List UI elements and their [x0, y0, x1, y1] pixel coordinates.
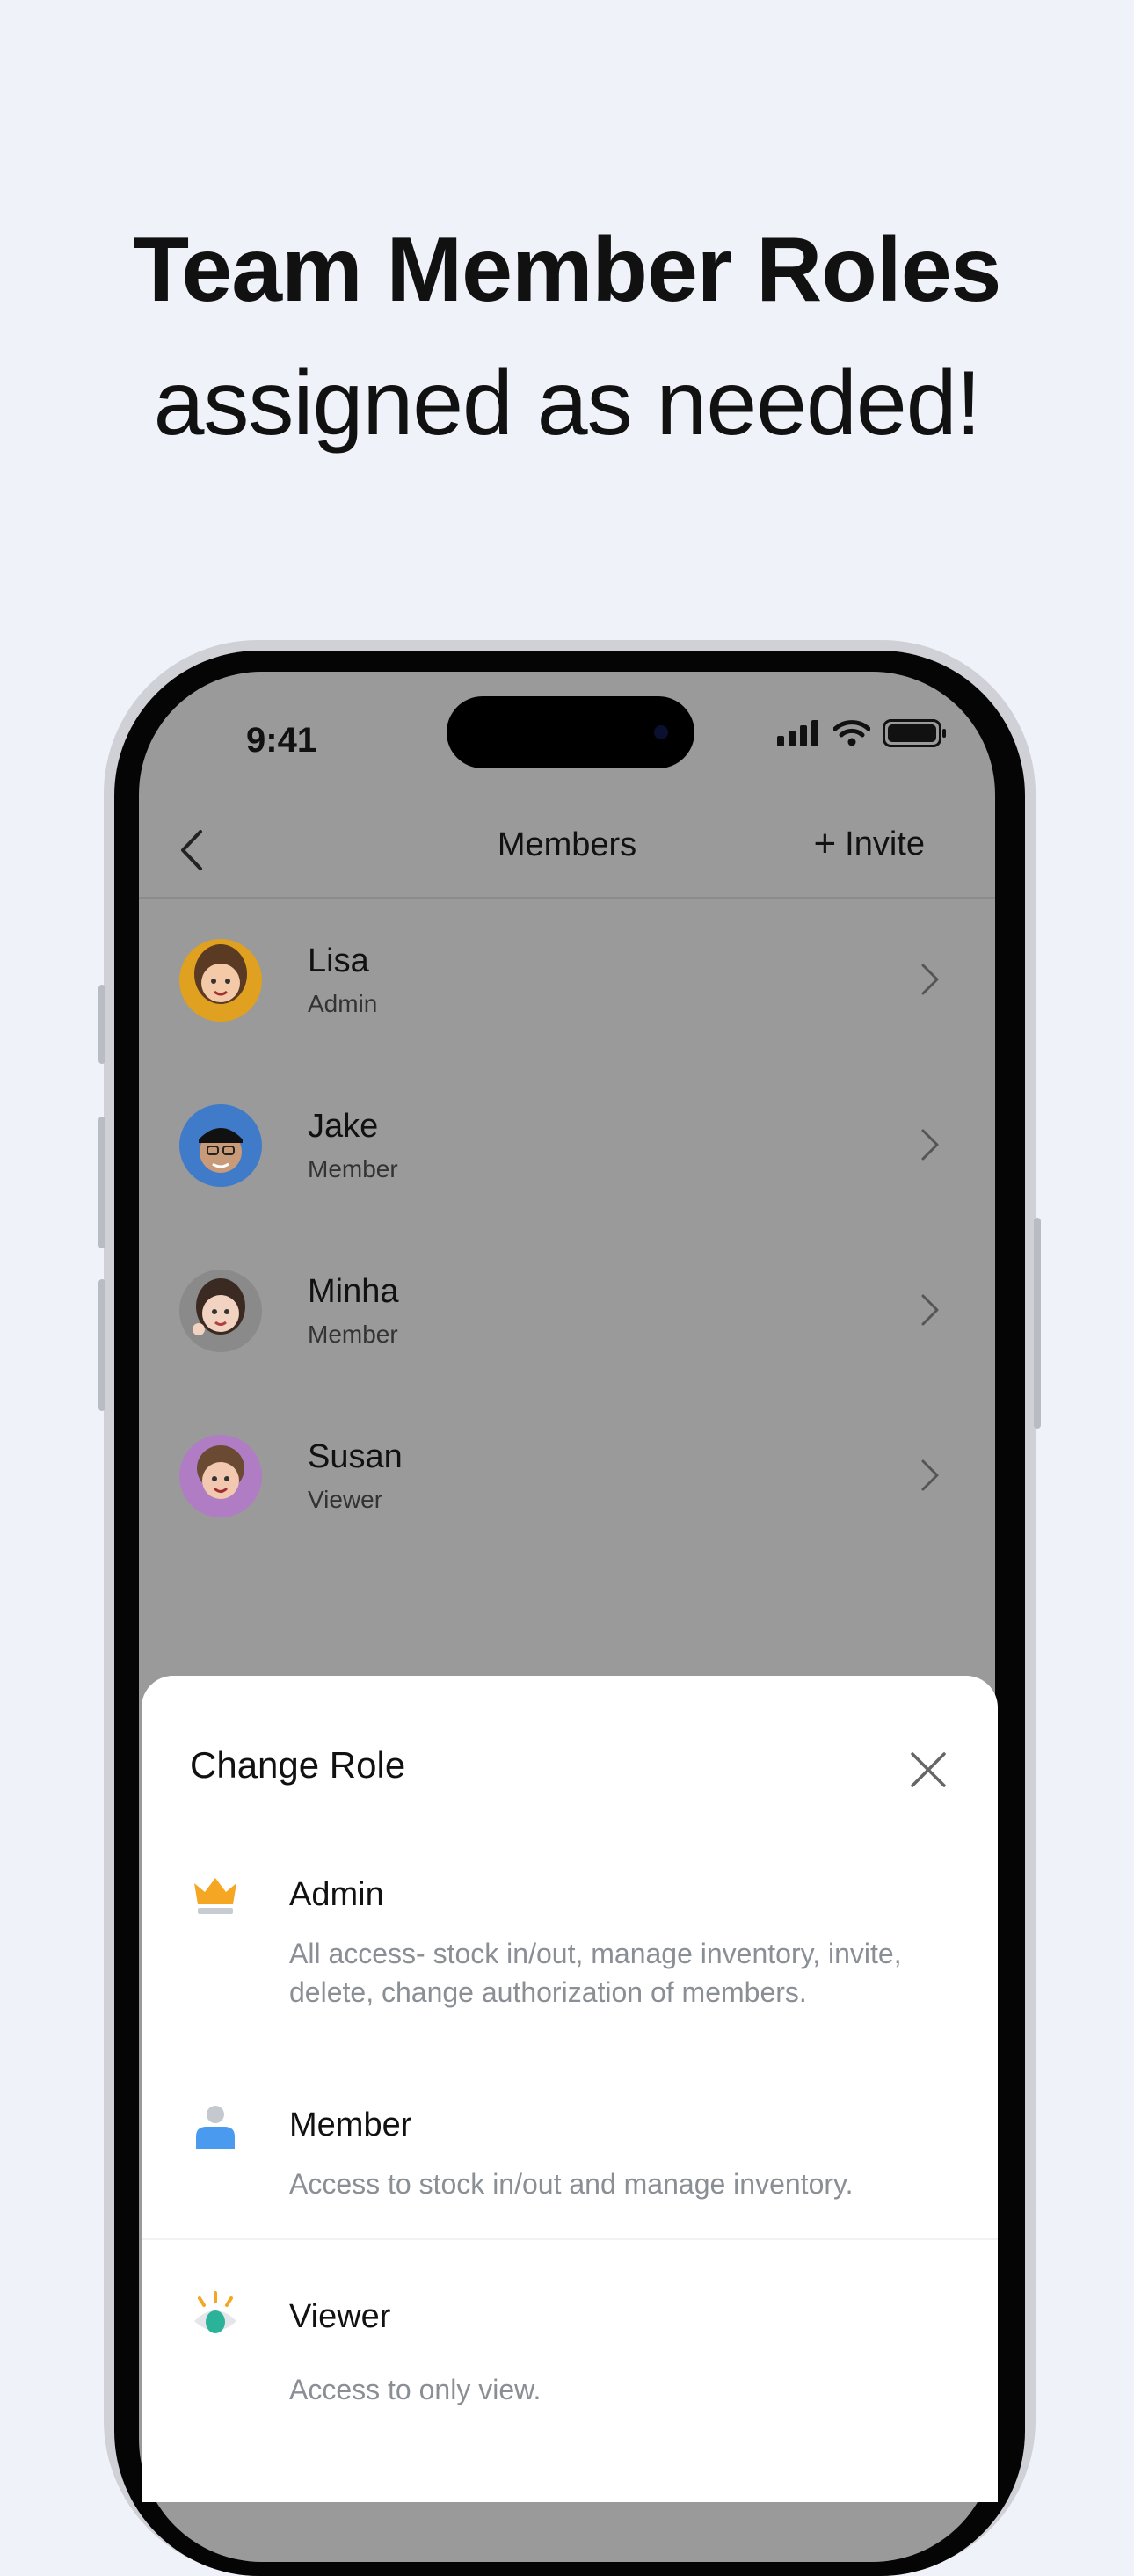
change-role-sheet: Change Role Admin All access- stock in/o… [142, 1676, 998, 2502]
avatar [179, 1270, 262, 1352]
dynamic-island [447, 696, 694, 768]
status-time: 9:41 [246, 721, 317, 760]
side-button-silent [98, 985, 105, 1064]
battery-icon [883, 719, 946, 747]
member-name: Susan [308, 1438, 403, 1475]
member-name: Minha [308, 1273, 399, 1310]
avatar [179, 939, 262, 1022]
sheet-title: Change Role [190, 1744, 406, 1786]
eye-icon [194, 2291, 236, 2333]
role-name: Member [289, 2107, 412, 2143]
member-row[interactable]: Jake Member [139, 1071, 995, 1236]
invite-label: Invite [845, 825, 925, 862]
role-description: Access to only view. [289, 2374, 542, 2405]
crown-icon [194, 1878, 236, 1914]
person-icon [196, 2106, 235, 2149]
member-name: Lisa [308, 942, 369, 979]
role-description: Access to stock in/out and manage invent… [289, 2168, 854, 2200]
chevron-right-icon [921, 1294, 939, 1326]
side-button-volume-down [98, 1279, 105, 1411]
invite-button[interactable]: + Invite [813, 825, 925, 863]
avatar [179, 1435, 262, 1517]
side-button-power [1034, 1218, 1041, 1429]
chevron-right-icon [921, 964, 939, 995]
member-row[interactable]: Minha Member [139, 1236, 995, 1401]
member-row[interactable]: Lisa Admin [139, 906, 995, 1071]
member-row[interactable]: Susan Viewer [139, 1401, 995, 1567]
member-role: Member [308, 1155, 398, 1182]
member-role: Member [308, 1321, 398, 1348]
headline-light: assigned as needed! [153, 353, 982, 455]
chevron-right-icon [921, 1459, 939, 1491]
role-description: All access- stock in/out, manage invento… [289, 1938, 902, 2008]
headline-bold: Team Member Roles [133, 219, 1002, 321]
close-icon[interactable] [908, 1750, 949, 1790]
nav-bar: Members + Invite [139, 802, 995, 899]
wifi-icon [833, 720, 870, 746]
role-separator [142, 2238, 998, 2240]
member-role: Viewer [308, 1486, 383, 1513]
chevron-right-icon [921, 1129, 939, 1161]
camera-icon [654, 725, 668, 739]
side-button-volume-up [98, 1117, 105, 1248]
plus-icon: + [813, 822, 837, 865]
status-icons [777, 719, 948, 747]
member-name: Jake [308, 1108, 379, 1145]
role-name: Viewer [289, 2298, 391, 2335]
signal-icon [777, 720, 818, 746]
role-name: Admin [289, 1876, 384, 1913]
member-role: Admin [308, 990, 378, 1017]
avatar [179, 1104, 262, 1187]
